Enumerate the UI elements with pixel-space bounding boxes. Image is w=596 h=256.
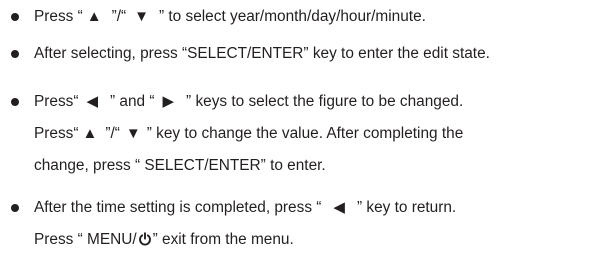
left-arrow-icon: ◀ [86,93,99,110]
up-arrow-icon: ▲ [86,8,102,25]
instruction-line: Press “▲ ”/“ ▼” to select year/month/day/h… [34,8,426,25]
bullet [11,13,19,21]
instruction-line: Press “ MENU/” exit from the menu. [34,231,294,248]
instruction-line: Press“ ◀” and “▶” keys to select the figu… [34,93,464,110]
instruction-line: change, press “ SELECT/ENTER” to enter. [34,157,326,174]
instruction-line: After the time setting is completed, pre… [34,199,457,216]
instruction-page: Press “▲ ”/“ ▼” to select year/month/day/h… [0,0,596,256]
instruction-line: Press“ ▲ ”/“ ▼” key to change the value. Af… [34,125,464,142]
instruction-line: After selecting, press “SELECT/ENTER” ke… [34,45,490,62]
right-arrow-icon: ▶ [162,93,175,110]
up-arrow-icon: ▲ [82,125,98,142]
down-arrow-icon: ▼ [134,8,149,25]
bullet [11,98,19,106]
power-icon [138,232,152,246]
bullet [11,204,19,212]
left-arrow-icon: ◀ [333,199,345,216]
down-arrow-icon: ▼ [125,125,141,142]
bullet [11,50,19,58]
